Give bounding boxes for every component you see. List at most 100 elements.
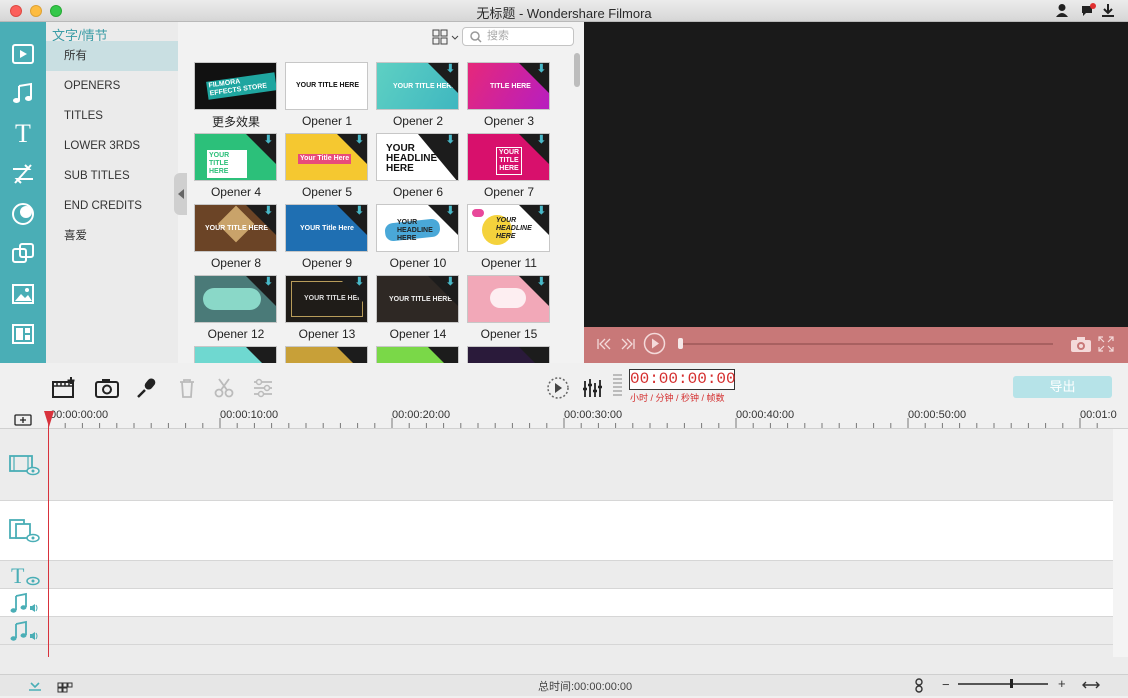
elements-icon[interactable] (0, 274, 46, 314)
thumb-label: Opener 6 (392, 185, 444, 199)
title-track-visibility-icon[interactable]: T (0, 562, 48, 589)
thumb-opener-3[interactable]: TITLE HERE ⬇ (467, 62, 550, 110)
timeline-hscroll[interactable] (0, 657, 1128, 674)
thumb-partial[interactable] (194, 346, 277, 363)
playhead-marker[interactable] (44, 411, 54, 427)
category-favorites[interactable]: 喜爱 (46, 221, 178, 251)
download-icon[interactable] (1101, 3, 1115, 23)
thumb-opener-11[interactable]: YOUR HEADLINE HERE ⬇ (467, 204, 550, 252)
snapshot-camera-icon[interactable] (1070, 336, 1092, 358)
notification-icon[interactable] (1080, 3, 1096, 23)
thumb-opener-14[interactable]: YOUR TITLE HERE ⬇ (376, 275, 459, 323)
text-title-icon[interactable]: T (0, 114, 46, 154)
thumb-label: Opener 13 (298, 327, 356, 341)
thumb-opener-2[interactable]: YOUR TITLE HERE ⬇ (376, 62, 459, 110)
zoom-slider-handle[interactable] (1010, 679, 1013, 688)
download-icon: ⬇ (354, 134, 364, 146)
download-icon: ⬇ (445, 63, 455, 75)
download-icon: ⬇ (263, 276, 273, 288)
overlay-track-visibility-icon[interactable] (0, 516, 48, 546)
thumb-opener-6[interactable]: YOUR HEADLINE HERE ⬇ (376, 133, 459, 181)
category-all[interactable]: 所有 (46, 41, 178, 71)
thumb-partial[interactable] (285, 346, 368, 363)
media-library-icon[interactable] (0, 34, 46, 74)
voiceover-mic-icon[interactable] (135, 376, 159, 400)
zoom-out-button[interactable]: − (942, 677, 950, 692)
fit-timeline-icon[interactable] (1082, 678, 1100, 696)
video-track-2[interactable] (0, 501, 1113, 561)
video-track-1[interactable] (0, 429, 1113, 501)
category-sub-titles[interactable]: SUB TITLES (46, 161, 178, 191)
thumb-opener-4[interactable]: YOUR TITLE HERE ⬇ (194, 133, 277, 181)
audio-mixer-icon[interactable] (581, 376, 605, 400)
export-button[interactable]: 导出 (1013, 376, 1112, 398)
ruler-label: 00:00:20:00 (392, 409, 451, 421)
seek-handle[interactable] (678, 338, 683, 349)
ruler-label: 00:00:40:00 (736, 409, 795, 421)
thumb-opener-10[interactable]: YOUR HEADLINE HERE ⬇ (376, 204, 459, 252)
thumb-opener-13[interactable]: YOUR TITLE HERE ⬇ (285, 275, 368, 323)
thumb-partial[interactable] (376, 346, 459, 363)
audio-track-volume-icon[interactable] (0, 590, 48, 617)
category-lower-3rds[interactable]: LOWER 3RDS (46, 131, 178, 161)
video-track-visibility-icon[interactable] (0, 450, 48, 480)
zoom-slider-track[interactable] (958, 683, 1048, 685)
zoom-in-button[interactable]: + (1058, 676, 1066, 691)
download-icon: ⬇ (263, 134, 273, 146)
thumb-label: Opener 11 (481, 256, 537, 270)
audio-track-1[interactable] (0, 589, 1113, 617)
audio-track-2-volume-icon[interactable] (0, 618, 48, 645)
skip-back-icon[interactable] (596, 337, 612, 356)
step-forward-icon[interactable] (620, 337, 636, 356)
gallery-scrollbar[interactable] (574, 53, 580, 87)
filters-icon[interactable] (0, 194, 46, 234)
thumb-opener-5[interactable]: Your Title Here ⬇ (285, 133, 368, 181)
download-icon: ⬇ (536, 205, 546, 217)
title-track[interactable] (0, 561, 1113, 589)
record-camera-icon[interactable] (95, 376, 119, 400)
category-end-credits[interactable]: END CREDITS (46, 191, 178, 221)
thumb-opener-8[interactable]: YOUR TITLE HERE ⬇ (194, 204, 277, 252)
thumb-more-effects[interactable]: FILMORA EFFECTS STORE (194, 62, 277, 110)
download-icon: ⬇ (445, 134, 455, 146)
delete-trash-icon[interactable] (175, 376, 199, 400)
thumb-label: Opener 10 (389, 256, 447, 270)
thumb-opener-15[interactable]: ⬇ (467, 275, 550, 323)
thumb-opener-9[interactable]: YOUR Title Here ⬇ (285, 204, 368, 252)
seek-track[interactable] (681, 343, 1053, 345)
thumb-opener-12[interactable]: ⬇ (194, 275, 277, 323)
split-screen-icon[interactable] (0, 314, 46, 354)
thumb-partial[interactable] (467, 346, 550, 363)
collapse-panel-button[interactable] (174, 173, 187, 215)
timeline-scrollbar[interactable] (1113, 429, 1128, 657)
category-openers[interactable]: OPENERS (46, 71, 178, 101)
thumb-opener-7[interactable]: YOUR TITLE HERE ⬇ (467, 133, 550, 181)
grid-view-icon[interactable] (57, 680, 73, 698)
playhead-line (48, 425, 49, 657)
timecode-units: 小时 / 分钟 / 秒钟 / 帧数 (630, 393, 725, 403)
category-titles[interactable]: TITLES (46, 101, 178, 131)
download-icon: ⬇ (536, 134, 546, 146)
link-icon[interactable] (913, 678, 925, 698)
adjust-settings-icon[interactable] (251, 376, 275, 400)
thumb-opener-1[interactable]: YOUR TITLE HERE (285, 62, 368, 110)
ruler-label: 00:00:00:00 (50, 409, 109, 421)
add-media-icon[interactable] (52, 376, 76, 400)
render-preview-icon[interactable] (546, 376, 570, 400)
media-type-sidebar: T (0, 22, 46, 363)
search-icon (470, 30, 482, 48)
music-icon[interactable] (0, 74, 46, 114)
thumb-label: Opener 2 (392, 114, 444, 128)
account-icon[interactable] (1055, 3, 1069, 23)
crop-cut-icon[interactable] (212, 376, 236, 400)
play-button[interactable] (643, 332, 666, 360)
overlays-icon[interactable] (0, 234, 46, 274)
audio-track-2[interactable] (0, 617, 1113, 645)
timecode-display: 00:00:00:00 (629, 369, 736, 390)
view-mode-toggle[interactable] (432, 28, 460, 46)
fullscreen-icon[interactable] (1098, 336, 1114, 357)
track-manager-icon[interactable] (27, 679, 43, 697)
ruler-label: 00:01:0 (1080, 409, 1117, 421)
thumb-label: Opener 8 (210, 256, 262, 270)
transitions-icon[interactable] (0, 154, 46, 194)
